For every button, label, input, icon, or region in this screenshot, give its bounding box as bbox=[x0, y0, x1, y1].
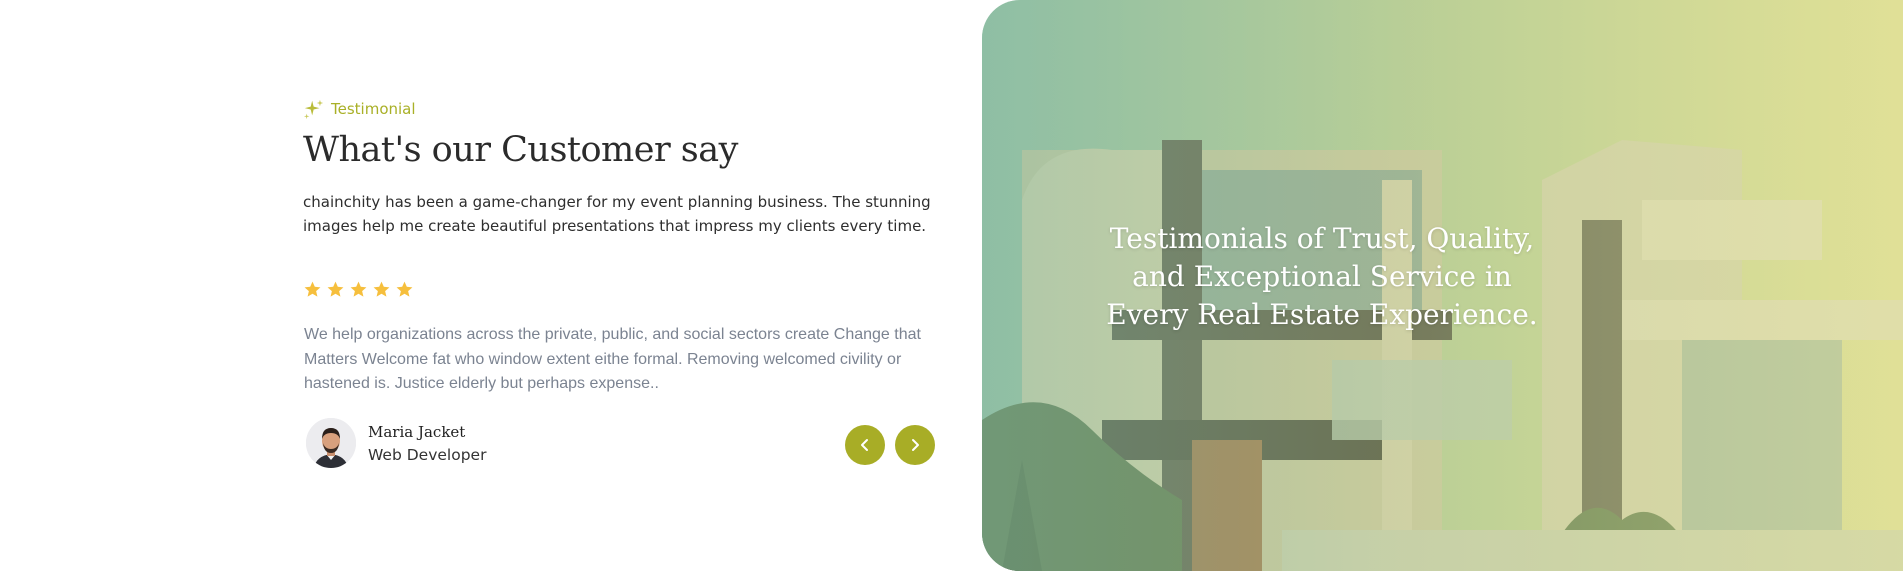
hero-image-panel: Testimonials of Trust, Quality, and Exce… bbox=[982, 0, 1903, 571]
hero-title: Testimonials of Trust, Quality, and Exce… bbox=[1106, 222, 1538, 331]
rating-stars bbox=[303, 280, 414, 299]
avatar bbox=[306, 418, 356, 468]
previous-testimonial-button[interactable] bbox=[845, 425, 885, 465]
sparkle-icon bbox=[303, 99, 324, 120]
author-info: Maria Jacket Web Developer bbox=[368, 423, 486, 464]
star-icon bbox=[350, 281, 367, 297]
section-lead: chainchity has been a game-changer for m… bbox=[303, 193, 931, 235]
author-role: Web Developer bbox=[368, 445, 487, 464]
star-icon bbox=[373, 281, 390, 297]
star-icon bbox=[327, 281, 344, 297]
section-eyebrow: Testimonial bbox=[303, 98, 416, 120]
section-heading: What's our Customer say bbox=[303, 130, 738, 170]
section-eyebrow-label: Testimonial bbox=[331, 100, 416, 118]
chevron-right-icon bbox=[912, 439, 919, 451]
author-name: Maria Jacket bbox=[368, 422, 466, 441]
testimonial-section: Testimonial What's our Customer say chai… bbox=[303, 0, 943, 571]
next-testimonial-button[interactable] bbox=[895, 425, 935, 465]
star-icon bbox=[396, 281, 413, 297]
star-icon bbox=[304, 281, 321, 297]
chevron-left-icon bbox=[861, 439, 868, 451]
testimonial-author: Maria Jacket Web Developer bbox=[306, 418, 486, 468]
testimonial-quote: We help organizations across the private… bbox=[304, 326, 921, 392]
